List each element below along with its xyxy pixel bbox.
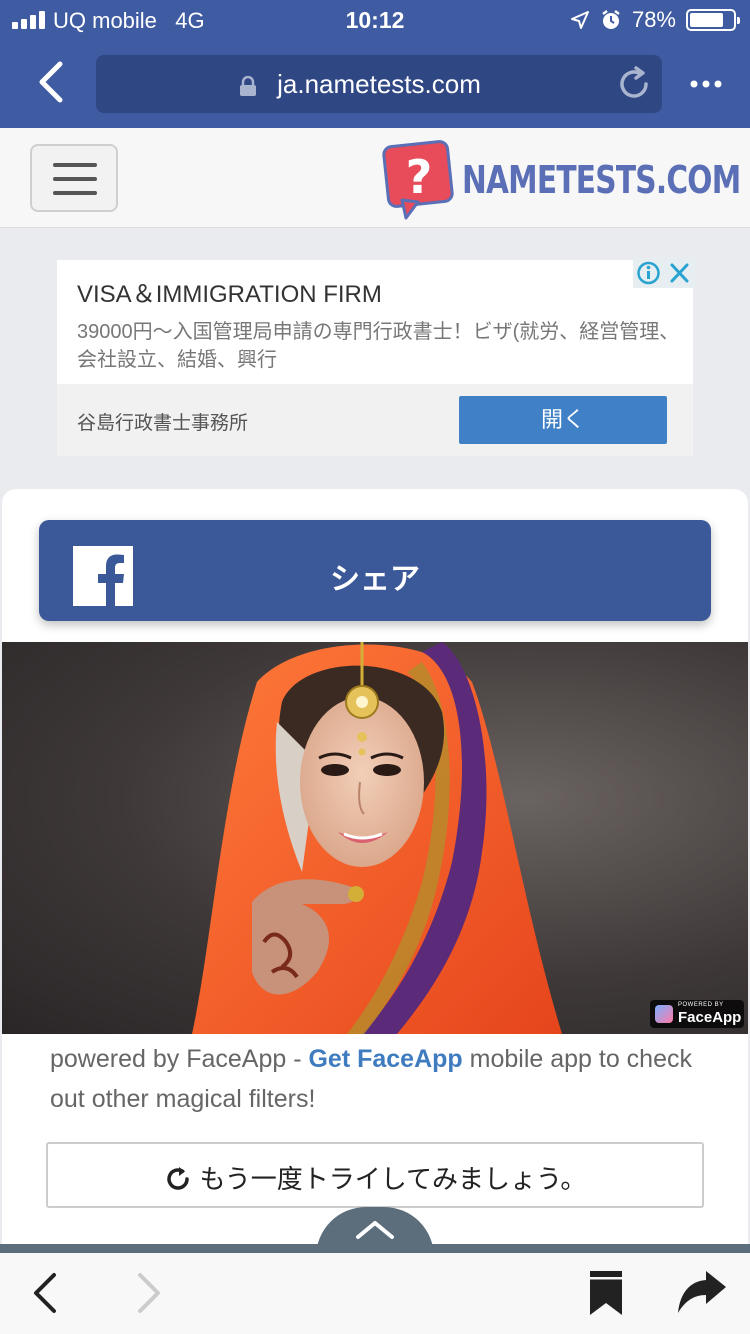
result-image: POWERED BY FaceApp — [2, 642, 748, 1034]
battery-percent: 78% — [631, 7, 676, 32]
chevron-up-icon — [356, 1221, 394, 1239]
browser-back-icon[interactable] — [30, 60, 74, 104]
ad-title[interactable]: VISA＆IMMIGRATION FIRM — [77, 274, 382, 309]
back-arrow-icon[interactable] — [20, 1267, 72, 1319]
url-text: ja.nametests.com — [277, 69, 481, 99]
scroll-to-top-button[interactable] — [316, 1207, 434, 1257]
facebook-share-button[interactable]: シェア — [39, 520, 711, 621]
faceapp-logo-icon — [655, 1005, 673, 1023]
site-header: ? NAMETESTS.COM — [0, 128, 750, 228]
ad-close-icon[interactable] — [664, 258, 695, 288]
status-bar: UQ mobile 4G 10:12 78% — [0, 0, 750, 40]
browser-toolbar — [0, 1253, 750, 1334]
share-label: シェア — [330, 562, 420, 597]
ad-banner[interactable]: VISA＆IMMIGRATION FIRM 39000円～入国管理局申請の専門行… — [57, 260, 693, 456]
result-card: シェア POWERED BY FaceApp powered by FaceAp… — [2, 489, 748, 1249]
browser-chrome: UQ mobile 4G 10:12 78% ja.nametests.com — [0, 0, 750, 128]
logo-text: NAMETESTS.COM — [462, 158, 741, 202]
try-again-button[interactable]: もう一度トライしてみましょう。 — [46, 1142, 704, 1208]
more-options-icon[interactable] — [688, 76, 728, 92]
bookmark-icon[interactable] — [580, 1267, 632, 1319]
get-faceapp-link[interactable]: Get FaceApp — [308, 1045, 462, 1073]
ad-footer: 谷島行政書士事務所 開く — [57, 384, 693, 456]
ad-open-button[interactable]: 開く — [459, 396, 667, 444]
refresh-icon — [166, 1167, 189, 1190]
site-logo[interactable]: ? NAMETESTS.COM — [380, 138, 741, 220]
forward-arrow-icon[interactable] — [122, 1267, 174, 1319]
try-again-label: もう一度トライしてみましょう。 — [199, 1165, 587, 1195]
ad-choices — [633, 258, 695, 288]
ad-info-icon[interactable] — [633, 258, 664, 288]
reload-icon[interactable] — [614, 64, 654, 104]
share-arrow-icon[interactable] — [676, 1267, 728, 1319]
question-bubble-icon: ? — [382, 140, 454, 220]
ad-description: 39000円～入国管理局申請の専門行政書士！ビザ(就労、経営管理、会社設立、結婚… — [77, 321, 680, 371]
svg-text:?: ? — [406, 150, 433, 204]
portrait-illustration — [192, 642, 562, 1034]
menu-button[interactable] — [30, 144, 118, 212]
address-bar[interactable]: ja.nametests.com — [96, 55, 662, 113]
powered-by-text: powered by FaceApp - Get FaceApp mobile … — [50, 1045, 692, 1113]
location-arrow-icon — [570, 11, 589, 29]
status-right-group: 78% — [570, 7, 740, 33]
ad-advertiser: 谷島行政書士事務所 — [77, 413, 249, 434]
alarm-clock-icon — [602, 10, 620, 29]
faceapp-watermark: POWERED BY FaceApp — [650, 1000, 744, 1028]
battery-icon — [686, 9, 740, 31]
